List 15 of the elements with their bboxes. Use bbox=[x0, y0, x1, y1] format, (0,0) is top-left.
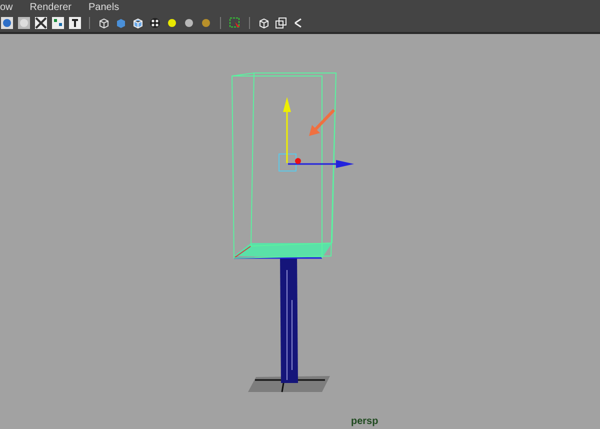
menu-item[interactable]: Renderer bbox=[30, 0, 72, 14]
menu-item[interactable]: ow bbox=[0, 0, 13, 14]
shaded-cube-icon[interactable] bbox=[131, 16, 145, 30]
menu-item[interactable]: Panels bbox=[88, 0, 120, 14]
squares-icon[interactable] bbox=[274, 16, 288, 30]
dots-icon[interactable] bbox=[148, 16, 162, 30]
selection-icon[interactable] bbox=[228, 16, 242, 30]
sphere-icon[interactable] bbox=[0, 16, 14, 30]
wireframe-cube-icon[interactable] bbox=[97, 16, 111, 30]
viewport[interactable]: persp bbox=[0, 34, 600, 429]
camera-label: persp bbox=[351, 416, 378, 427]
cube-icon[interactable] bbox=[257, 16, 271, 30]
text-icon[interactable] bbox=[68, 16, 82, 30]
grid-icon[interactable] bbox=[51, 16, 65, 30]
disc-icon[interactable] bbox=[17, 16, 31, 30]
